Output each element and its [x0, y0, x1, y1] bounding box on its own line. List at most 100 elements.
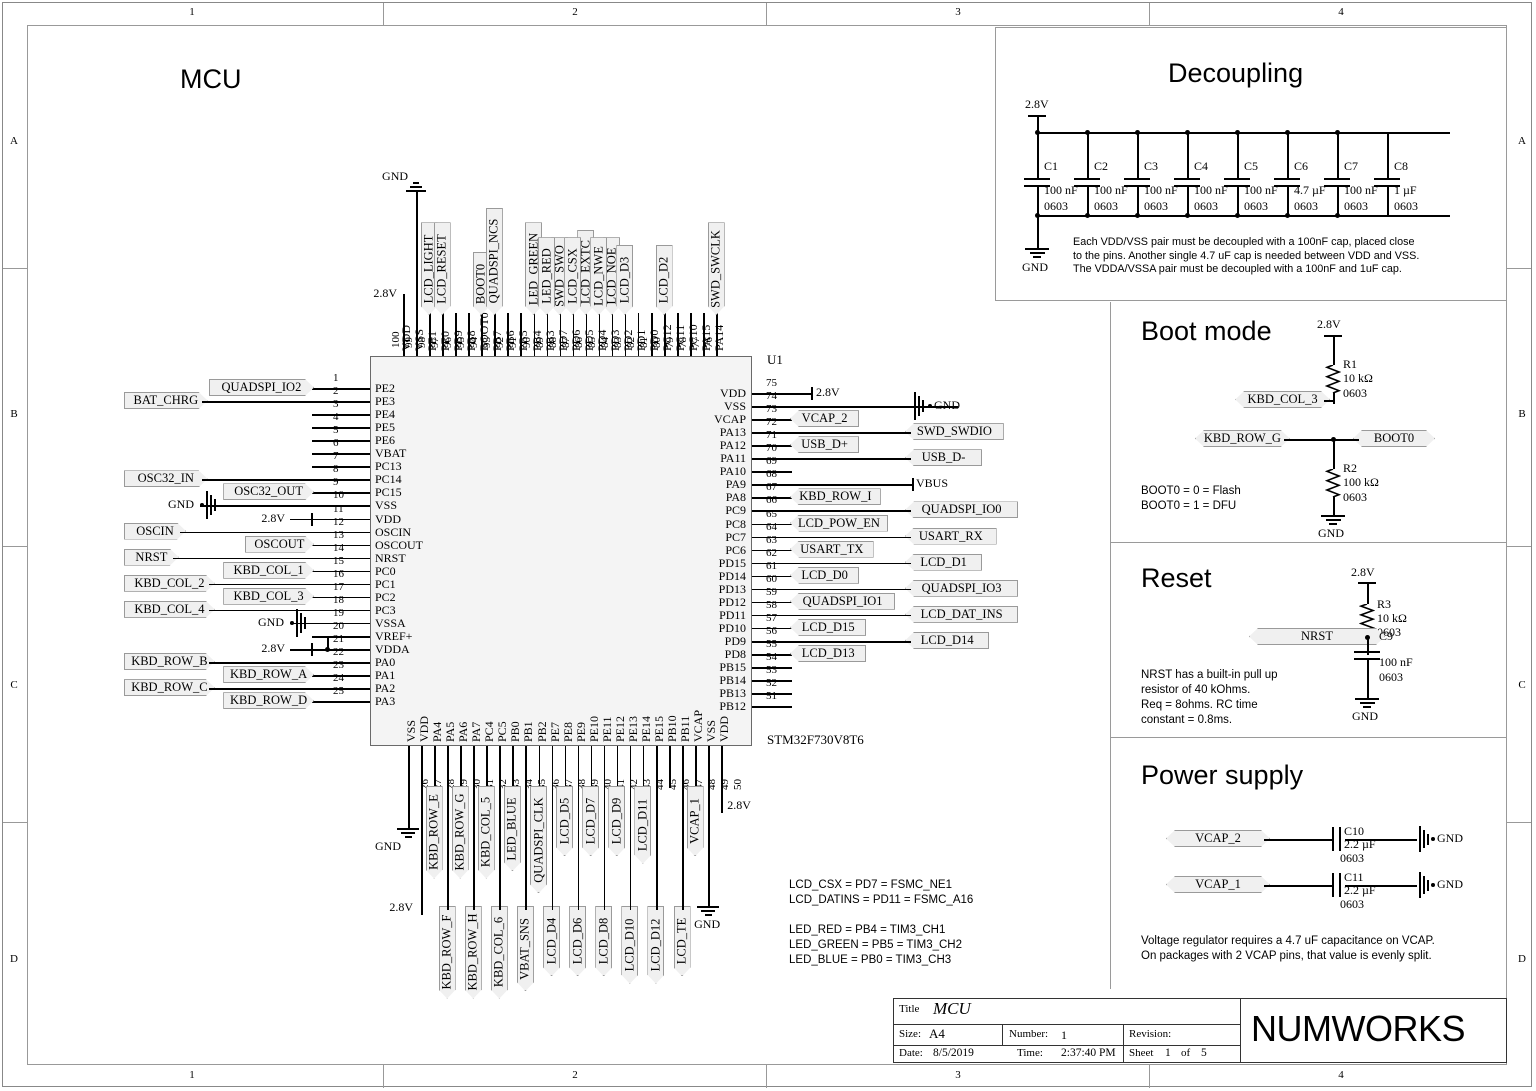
net-flag-KBD_ROW_G[interactable]: KBD_ROW_G — [1195, 430, 1290, 447]
net-flag-KBD_ROW_I[interactable]: KBD_ROW_I — [790, 488, 881, 506]
pin-note-line-3: LED_RED = PB4 = TIM3_CH1 — [789, 924, 946, 936]
net-flag-QUADSPI_IO2[interactable]: QUADSPI_IO2 — [209, 379, 314, 396]
net-flag-KBD_ROW_G[interactable]: KBD_ROW_G — [452, 786, 469, 879]
net-flag-QUADSPI_IO0[interactable]: QUADSPI_IO0 — [905, 501, 1019, 519]
zone-right-A: A — [1518, 135, 1526, 147]
net-flag-LCD_D10[interactable]: LCD_D10 — [621, 906, 638, 984]
net-flag-VBAT_SNS[interactable]: VBAT_SNS — [517, 906, 534, 991]
pin-number-8: 8 — [333, 463, 339, 476]
reset-gnd-label: GND — [1352, 709, 1378, 723]
net-flag-LCD_D8[interactable]: LCD_D8 — [595, 906, 612, 976]
resistor-symbol-R1 — [1325, 365, 1341, 393]
net-flag-KBD_COL_3[interactable]: KBD_COL_3 — [223, 588, 314, 605]
net-flag-KBD_ROW_A[interactable]: KBD_ROW_A — [223, 666, 314, 683]
net-flag-KBD_ROW_C[interactable]: KBD_ROW_C — [124, 679, 215, 696]
net-flag-BAT_CHRG[interactable]: BAT_CHRG — [124, 392, 208, 409]
net-flag-LCD_D0[interactable]: LCD_D0 — [790, 566, 860, 584]
net-flag-LCD_RESET[interactable]: LCD_RESET — [434, 222, 451, 315]
pin-number-71: 71 — [766, 429, 777, 442]
net-flag-KBD_ROW_H[interactable]: KBD_ROW_H — [465, 906, 482, 999]
zone-left-B: B — [10, 408, 18, 420]
zone-divider — [1507, 268, 1531, 269]
net-flag-OSCIN[interactable]: OSCIN — [124, 523, 186, 540]
net-flag-LCD_D14[interactable]: LCD_D14 — [905, 631, 990, 649]
pin-wire-5 — [312, 440, 370, 442]
net-flag-OSCOUT[interactable]: OSCOUT — [245, 536, 314, 553]
reset-c9-ref: C9 — [1379, 629, 1394, 643]
net-flag-KBD_COL_5[interactable]: KBD_COL_5 — [478, 786, 495, 879]
net-flag-USART_TX[interactable]: USART_TX — [790, 540, 874, 558]
pin-name-PA10-69: PA10 — [719, 464, 746, 479]
decoupling-title: Decoupling — [1168, 58, 1304, 88]
net-flag-QUADSPI_NCS[interactable]: QUADSPI_NCS — [486, 208, 503, 315]
rail-label-vdd27: 2.8V — [389, 900, 414, 914]
pin-name-PA13-72: PA13 — [719, 425, 746, 440]
net-flag-SWD_SWDIO[interactable]: SWD_SWDIO — [905, 423, 1004, 441]
net-flag-KBD_COL_4[interactable]: KBD_COL_4 — [124, 601, 215, 618]
net-flag-KBD_ROW_D[interactable]: KBD_ROW_D — [223, 692, 314, 709]
pin-wire-8 — [312, 479, 370, 481]
net-flag-LCD_D11[interactable]: LCD_D11 — [634, 786, 651, 864]
net-flag-SWD_SWCLK[interactable]: SWD_SWCLK — [708, 222, 725, 315]
net-flag-QUADSPI_IO3[interactable]: QUADSPI_IO3 — [905, 579, 1019, 597]
net-flag-LCD_D3[interactable]: LCD_D3 — [616, 245, 633, 315]
net-wire-KBD_COL_2 — [208, 583, 312, 586]
rail-wire-vdd75 — [790, 393, 812, 395]
net-flag-OSC32_OUT[interactable]: OSC32_OUT — [223, 483, 314, 500]
net-flag-KBD_COL_2[interactable]: KBD_COL_2 — [124, 575, 215, 592]
pin-name-PD15-62: PD15 — [718, 555, 746, 570]
net-flag-LCD_D15[interactable]: LCD_D15 — [790, 618, 867, 636]
net-flag-KBD_COL_6[interactable]: KBD_COL_6 — [491, 906, 508, 999]
net-flag-KBD_ROW_B[interactable]: KBD_ROW_B — [124, 653, 215, 670]
ground-bar — [697, 906, 720, 908]
net-flag-KBD_COL_3[interactable]: KBD_COL_3 — [1235, 391, 1330, 408]
net-flag-LED_RED[interactable]: LED_RED — [538, 237, 555, 315]
net-flag-VCAP_1[interactable]: VCAP_1 — [687, 786, 704, 856]
net-flag-LCD_D6[interactable]: LCD_D6 — [569, 906, 586, 976]
net-flag-QUADSPI_IO1[interactable]: QUADSPI_IO1 — [790, 592, 896, 610]
net-flag-VCAP_2[interactable]: VCAP_2 — [1166, 830, 1270, 847]
net-flag-KBD_COL_1[interactable]: KBD_COL_1 — [223, 562, 314, 579]
rail-tick-vdd75 — [811, 387, 813, 400]
pin-wire-6 — [312, 453, 370, 455]
pin-wire-44 — [642, 746, 645, 788]
net-flag-USB_D+[interactable]: USB_D+ — [790, 436, 860, 454]
net-flag-NRST[interactable]: NRST — [124, 549, 179, 566]
net-flag-USART_RX[interactable]: USART_RX — [905, 527, 997, 545]
net-flag-LCD_D12[interactable]: LCD_D12 — [647, 906, 664, 984]
vref-link-h — [300, 649, 327, 651]
net-flag-BOOT0[interactable]: BOOT0 — [1353, 430, 1435, 447]
boot-r1-pkg: 0603 — [1343, 386, 1367, 400]
mcu-chip-body[interactable] — [370, 356, 752, 746]
net-wire-LCD_D10 — [629, 788, 632, 910]
title-block-vline-number — [1002, 1024, 1003, 1045]
net-flag-KBD_ROW_F[interactable]: KBD_ROW_F — [439, 906, 456, 999]
net-flag-LCD_D4[interactable]: LCD_D4 — [543, 906, 560, 976]
pin-number-75: 75 — [766, 377, 777, 389]
net-flag-LCD_D1[interactable]: LCD_D1 — [905, 553, 983, 571]
net-wire-OSCIN — [180, 531, 312, 534]
net-flag-VCAP_2[interactable]: VCAP_2 — [790, 410, 860, 428]
net-flag-LCD_DAT_INS[interactable]: LCD_DAT_INS — [905, 605, 1019, 623]
net-flag-LCD_NWE[interactable]: LCD_NWE — [590, 237, 607, 315]
net-flag-LCD_CSX[interactable]: LCD_CSX — [564, 237, 581, 315]
net-wire-QUADSPI_IO0 — [790, 510, 911, 513]
net-flag-KBD_ROW_E[interactable]: KBD_ROW_E — [426, 786, 443, 879]
net-flag-LCD_D13[interactable]: LCD_D13 — [790, 645, 867, 662]
net-flag-LCD_POW_EN[interactable]: LCD_POW_EN — [790, 514, 888, 532]
net-flag-LCD_D5[interactable]: LCD_D5 — [556, 786, 573, 856]
net-flag-LED_BLUE[interactable]: LED_BLUE — [504, 786, 521, 871]
net-flag-LCD_D7[interactable]: LCD_D7 — [582, 786, 599, 856]
pin-wire-50 — [721, 746, 723, 788]
ground-bar — [401, 832, 415, 834]
net-flag-QUADSPI_CLK[interactable]: QUADSPI_CLK — [530, 786, 547, 893]
decoupling-note-line-1: to the pins. Another single 4.7 uF cap i… — [1073, 249, 1420, 262]
mcu-title: MCU — [180, 64, 242, 94]
net-flag-VCAP_1[interactable]: VCAP_1 — [1166, 876, 1270, 893]
pin-name-PA11-70: PA11 — [720, 451, 746, 466]
net-flag-USB_D-[interactable]: USB_D- — [905, 449, 983, 467]
net-flag-LCD_TE[interactable]: LCD_TE — [674, 906, 691, 976]
net-flag-LCD_D2[interactable]: LCD_D2 — [656, 245, 673, 315]
net-flag-LCD_D9[interactable]: LCD_D9 — [608, 786, 625, 856]
net-flag-OSC32_IN[interactable]: OSC32_IN — [124, 470, 208, 487]
